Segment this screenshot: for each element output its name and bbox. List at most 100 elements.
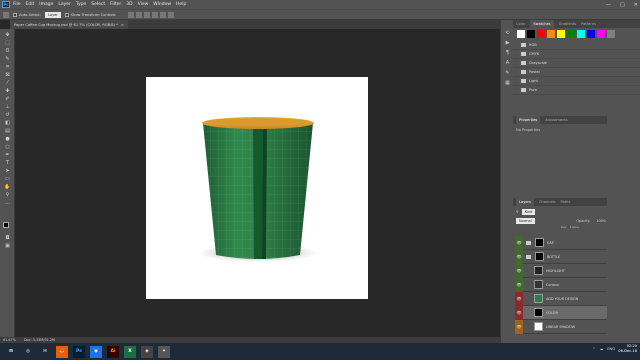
visibility-eye-icon[interactable]: 👁 (515, 263, 523, 278)
menu-edit[interactable]: Edit (26, 2, 35, 7)
layer-kind-filter[interactable]: Kind (521, 209, 536, 215)
frame-tool-icon[interactable]: ⊠ (4, 72, 11, 78)
align-top-icon[interactable] (151, 11, 158, 18)
path-selection-tool-icon[interactable]: ➤ (4, 168, 11, 174)
visibility-eye-icon[interactable]: 👁 (515, 277, 523, 292)
align-center-icon[interactable] (135, 11, 142, 18)
maximize-icon[interactable]: □ (620, 2, 625, 8)
align-middle-icon[interactable] (159, 11, 166, 18)
color-swatch[interactable] (587, 30, 595, 38)
document-canvas[interactable] (146, 77, 368, 299)
blend-mode-dropdown[interactable]: Normal (516, 218, 535, 224)
app-icon[interactable]: ◈ (141, 345, 153, 358)
swatch-folder-light[interactable]: Light (513, 77, 640, 86)
blur-tool-icon[interactable]: ● (4, 136, 11, 142)
swatch-folder-pastel[interactable]: Pastel (513, 68, 640, 77)
menu-view[interactable]: View (138, 2, 149, 7)
tab-swatches[interactable]: Swatches (530, 20, 554, 28)
swatch-folder-cmyk[interactable]: CMYK (513, 50, 640, 59)
history-panel-icon[interactable]: ⟲ (504, 30, 511, 36)
character-panel-icon[interactable]: A (504, 60, 511, 66)
menu-file[interactable]: File (13, 2, 21, 7)
transform-controls-checkbox[interactable] (64, 12, 69, 17)
tab-patterns[interactable]: Patterns (581, 22, 596, 26)
healing-brush-tool-icon[interactable]: ✚ (4, 88, 11, 94)
color-swatch[interactable] (547, 30, 555, 38)
tab-layers[interactable]: Layers (516, 198, 534, 206)
taskbar-clock[interactable]: 02:20 06-Dec-18 (618, 344, 637, 354)
start-button[interactable]: ⊞ (5, 346, 17, 358)
align-right-icon[interactable] (143, 11, 150, 18)
pen-tool-icon[interactable]: ✒ (4, 152, 11, 158)
layer-row[interactable]: 👁 LINEAR SHADOW (515, 319, 607, 334)
color-swatch[interactable] (567, 30, 575, 38)
layer-row[interactable]: 👁 HIGHLIGHT (515, 263, 607, 278)
document-tab[interactable]: Paper Coffee Cup Mockup.psd @ 61.7% (COL… (10, 20, 128, 29)
foreground-color-swatch[interactable] (3, 222, 9, 228)
more-tools-icon[interactable]: … (4, 200, 11, 206)
tab-adjustments[interactable]: Adjustments (545, 118, 568, 122)
gradient-tool-icon[interactable]: ▤ (4, 128, 11, 134)
chrome-icon[interactable]: ◉ (90, 345, 102, 358)
auto-select-checkbox[interactable] (13, 12, 17, 17)
tab-properties[interactable]: Properties (516, 116, 541, 124)
excel-icon[interactable]: X (124, 345, 136, 358)
language-indicator[interactable]: ENG (607, 347, 615, 351)
rectangle-tool-icon[interactable]: ▭ (4, 176, 11, 182)
menu-help[interactable]: Help (176, 2, 186, 7)
layer-row[interactable]: 👁 BOTTLE (515, 249, 607, 264)
menu-filter[interactable]: Filter (110, 2, 121, 7)
swatch-folder-rgb[interactable]: RGB (513, 41, 640, 50)
photoshop-taskbar-icon[interactable]: Ps (73, 345, 85, 358)
layer-row[interactable]: 👁 Contour (515, 277, 607, 292)
eraser-tool-icon[interactable]: ◧ (4, 120, 11, 126)
paragraph-panel-icon[interactable]: ¶ (504, 50, 511, 56)
color-swatch[interactable] (607, 30, 615, 38)
visibility-eye-icon[interactable]: 👁 (515, 249, 523, 264)
visibility-eye-icon[interactable]: 👁 (515, 305, 523, 320)
marquee-tool-icon[interactable]: ⬚ (4, 40, 11, 46)
actions-panel-icon[interactable]: ▶ (504, 40, 511, 46)
eyedropper-tool-icon[interactable]: ⁄ (4, 80, 11, 86)
brush-tool-icon[interactable]: ✐ (4, 96, 11, 102)
task-view-icon[interactable]: ◎ (22, 346, 34, 358)
swatch-folder-grayscale[interactable]: Grayscale (513, 59, 640, 68)
history-brush-tool-icon[interactable]: ↺ (4, 112, 11, 118)
color-swatch[interactable] (537, 30, 545, 38)
color-swatch[interactable] (517, 30, 525, 38)
visibility-eye-icon[interactable]: 👁 (515, 291, 523, 306)
menu-3d[interactable]: 3D (126, 2, 132, 7)
opacity-value[interactable]: 100% (596, 219, 606, 223)
color-swatch[interactable] (557, 30, 565, 38)
zoom-tool-icon[interactable]: ⚲ (4, 192, 11, 198)
layer-row[interactable]: 👁 ADD YOUR DESIGN (515, 291, 607, 306)
visibility-eye-icon[interactable]: 👁 (515, 235, 523, 250)
quick-select-tool-icon[interactable]: ✎ (4, 56, 11, 62)
zoom-level[interactable]: 61.67% (3, 338, 16, 342)
menu-select[interactable]: Select (91, 2, 105, 7)
layer-row[interactable]: 👁 COLOR (515, 305, 607, 320)
photoshop-logo[interactable]: Ps (2, 1, 10, 8)
app-icon[interactable]: ✦ (158, 345, 170, 358)
clone-stamp-tool-icon[interactable]: ⊥ (4, 104, 11, 110)
brushes-panel-icon[interactable]: ✎ (504, 70, 511, 76)
type-tool-icon[interactable]: T (4, 160, 11, 166)
illustrator-icon[interactable]: Ai (107, 345, 119, 358)
close-tab-icon[interactable]: × (121, 23, 124, 27)
onedrive-icon[interactable]: ☁ (600, 347, 604, 351)
screen-mode-icon[interactable]: ▣ (4, 243, 11, 249)
tab-paths[interactable]: Paths (561, 200, 571, 204)
lasso-tool-icon[interactable]: ʘ (4, 48, 11, 54)
color-swatch[interactable] (527, 30, 535, 38)
color-swatch[interactable] (577, 30, 585, 38)
align-left-icon[interactable] (127, 11, 134, 18)
tab-color[interactable]: Color (516, 22, 525, 26)
menu-image[interactable]: Image (39, 2, 53, 7)
menu-window[interactable]: Window (153, 2, 171, 7)
visibility-eye-icon[interactable]: 👁 (515, 319, 523, 334)
transform-controls-toggle[interactable]: Show Transform Controls (64, 12, 116, 17)
dodge-tool-icon[interactable]: ○ (4, 144, 11, 150)
mail-icon[interactable]: ✉ (39, 346, 51, 358)
move-tool-icon[interactable]: ✥ (4, 32, 11, 38)
swatch-folder-pure[interactable]: Pure (513, 86, 640, 95)
